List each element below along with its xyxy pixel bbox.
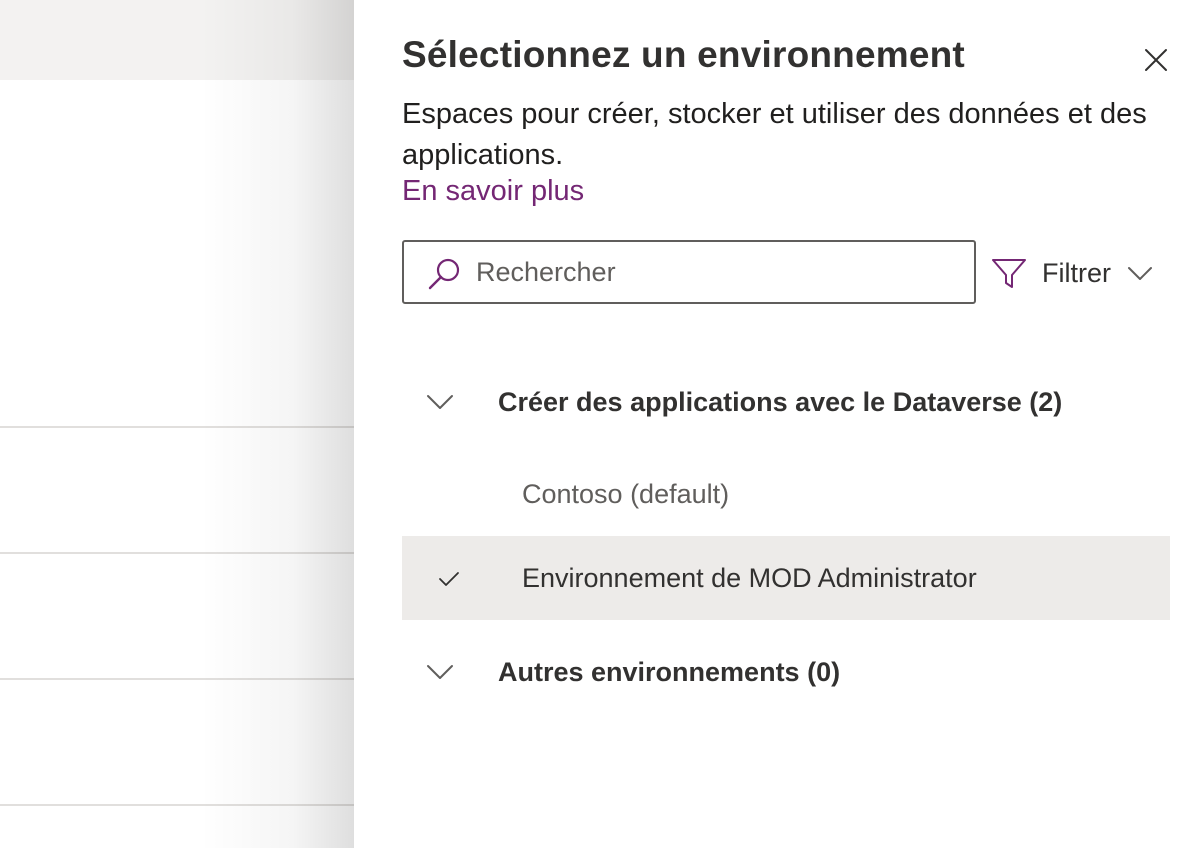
group-header-other[interactable]: Autres environnements (0): [402, 642, 1162, 702]
group-header-dataverse[interactable]: Créer des applications avec le Dataverse…: [402, 372, 1162, 432]
search-icon: [428, 258, 460, 290]
environment-label: Contoso (default): [522, 478, 730, 509]
filter-icon: [992, 259, 1026, 288]
background-page: [0, 0, 354, 848]
panel-title: Sélectionnez un environnement: [402, 34, 965, 75]
checkmark-icon: [439, 572, 459, 586]
close-icon: [1145, 49, 1167, 71]
check-slot: [402, 452, 522, 536]
filter-button[interactable]: Filtrer: [990, 246, 1155, 300]
environment-item-contoso[interactable]: Contoso (default): [402, 452, 1170, 536]
environment-label: Environnement de MOD Administrator: [522, 562, 977, 593]
environment-item-mod-administrator[interactable]: Environnement de MOD Administrator: [402, 536, 1170, 620]
learn-more-link[interactable]: En savoir plus: [402, 175, 584, 208]
chevron-down-icon: [427, 665, 453, 679]
environment-panel: Sélectionnez un environnement Espaces po…: [354, 0, 1196, 848]
check-slot: [402, 536, 522, 620]
group-label: Autres environnements (0): [498, 656, 841, 687]
search-box[interactable]: [402, 240, 976, 304]
panel-description: Espaces pour créer, stocker et utiliser …: [402, 98, 1147, 171]
filter-label: Filtrer: [1042, 257, 1111, 288]
search-input[interactable]: [476, 242, 966, 302]
close-button[interactable]: [1140, 44, 1172, 76]
chevron-down-icon: [427, 395, 453, 409]
panel-shadow: [200, 0, 354, 848]
group-label: Créer des applications avec le Dataverse…: [498, 386, 1063, 417]
chevron-down-icon: [1128, 267, 1152, 280]
